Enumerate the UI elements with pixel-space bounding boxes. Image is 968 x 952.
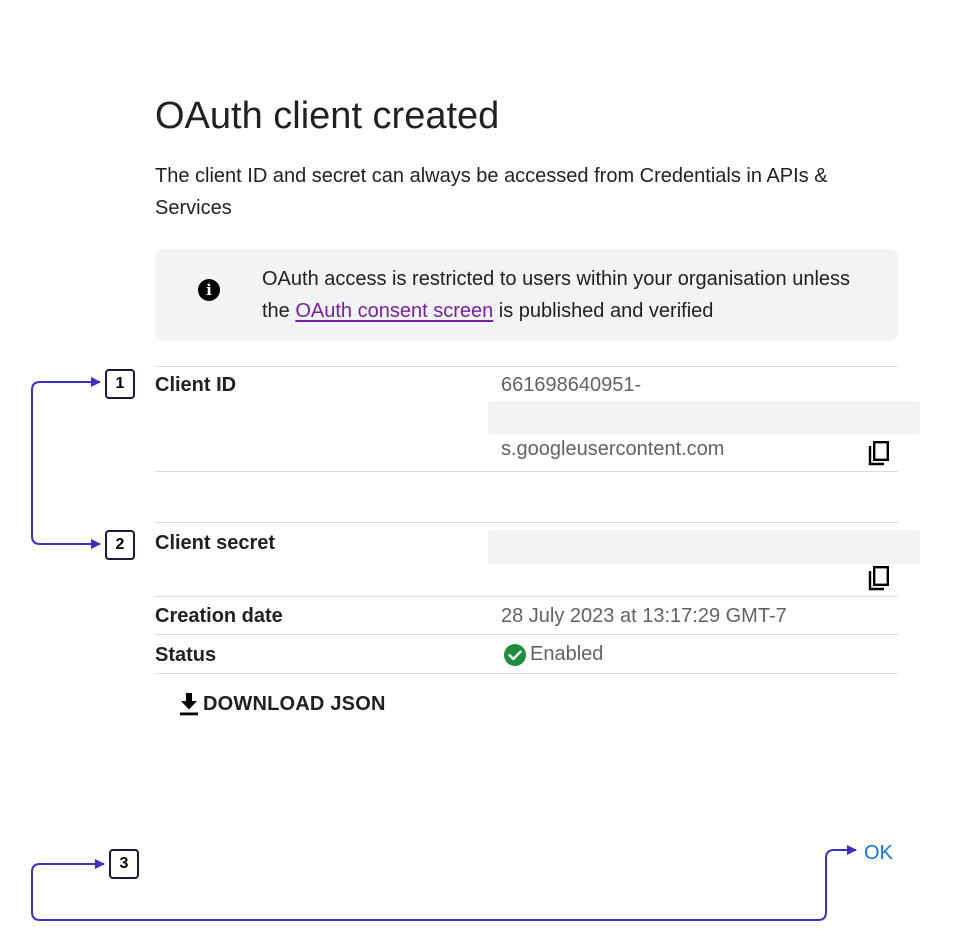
download-json-label: DOWNLOAD JSON: [203, 692, 386, 715]
annotation-badge-1: 1: [105, 369, 135, 399]
check-circle-icon: [504, 644, 526, 666]
copy-icon: [868, 441, 890, 466]
copy-client-id-button[interactable]: [867, 441, 891, 467]
client-secret-label: Client secret: [155, 532, 276, 554]
annotation-badge-3: 3: [109, 849, 139, 879]
client-id-value-prefix: 661698640951-: [501, 374, 642, 396]
creation-date-value: 28 July 2023 at 13:17:29 GMT-7: [501, 605, 787, 627]
info-icon: i: [198, 279, 220, 301]
oauth-consent-screen-link[interactable]: OAuth consent screen: [295, 300, 493, 322]
ok-button[interactable]: OK: [864, 842, 893, 865]
client-id-redacted-field: [488, 401, 920, 435]
divider: [155, 471, 898, 472]
info-banner-text: OAuth access is restricted to users with…: [262, 263, 862, 327]
divider: [155, 634, 898, 635]
divider: [155, 522, 898, 523]
status-value: Enabled: [530, 643, 604, 665]
creation-date-label: Creation date: [155, 605, 283, 627]
annotation-arrow-1: [31, 381, 101, 549]
download-json-button[interactable]: DOWNLOAD JSON: [178, 690, 386, 718]
client-secret-redacted-field: [488, 530, 920, 564]
download-icon: [180, 693, 198, 716]
status-label: Status: [155, 644, 217, 666]
client-id-value-suffix: s.googleusercontent.com: [501, 438, 725, 460]
divider: [155, 673, 898, 674]
info-text-after: is published and verified: [493, 300, 714, 322]
client-id-label: Client ID: [155, 374, 237, 396]
info-banner: i OAuth access is restricted to users wi…: [155, 249, 898, 341]
divider: [155, 366, 898, 367]
annotation-arrows: [31, 377, 857, 921]
copy-icon: [868, 566, 890, 591]
dialog-description: The client ID and secret can always be a…: [155, 165, 828, 219]
annotation-arrow-3: [31, 845, 857, 921]
divider: [155, 596, 898, 597]
annotation-badge-2: 2: [105, 530, 135, 560]
dialog-title: OAuth client created: [155, 95, 500, 138]
copy-client-secret-button[interactable]: [867, 566, 891, 592]
